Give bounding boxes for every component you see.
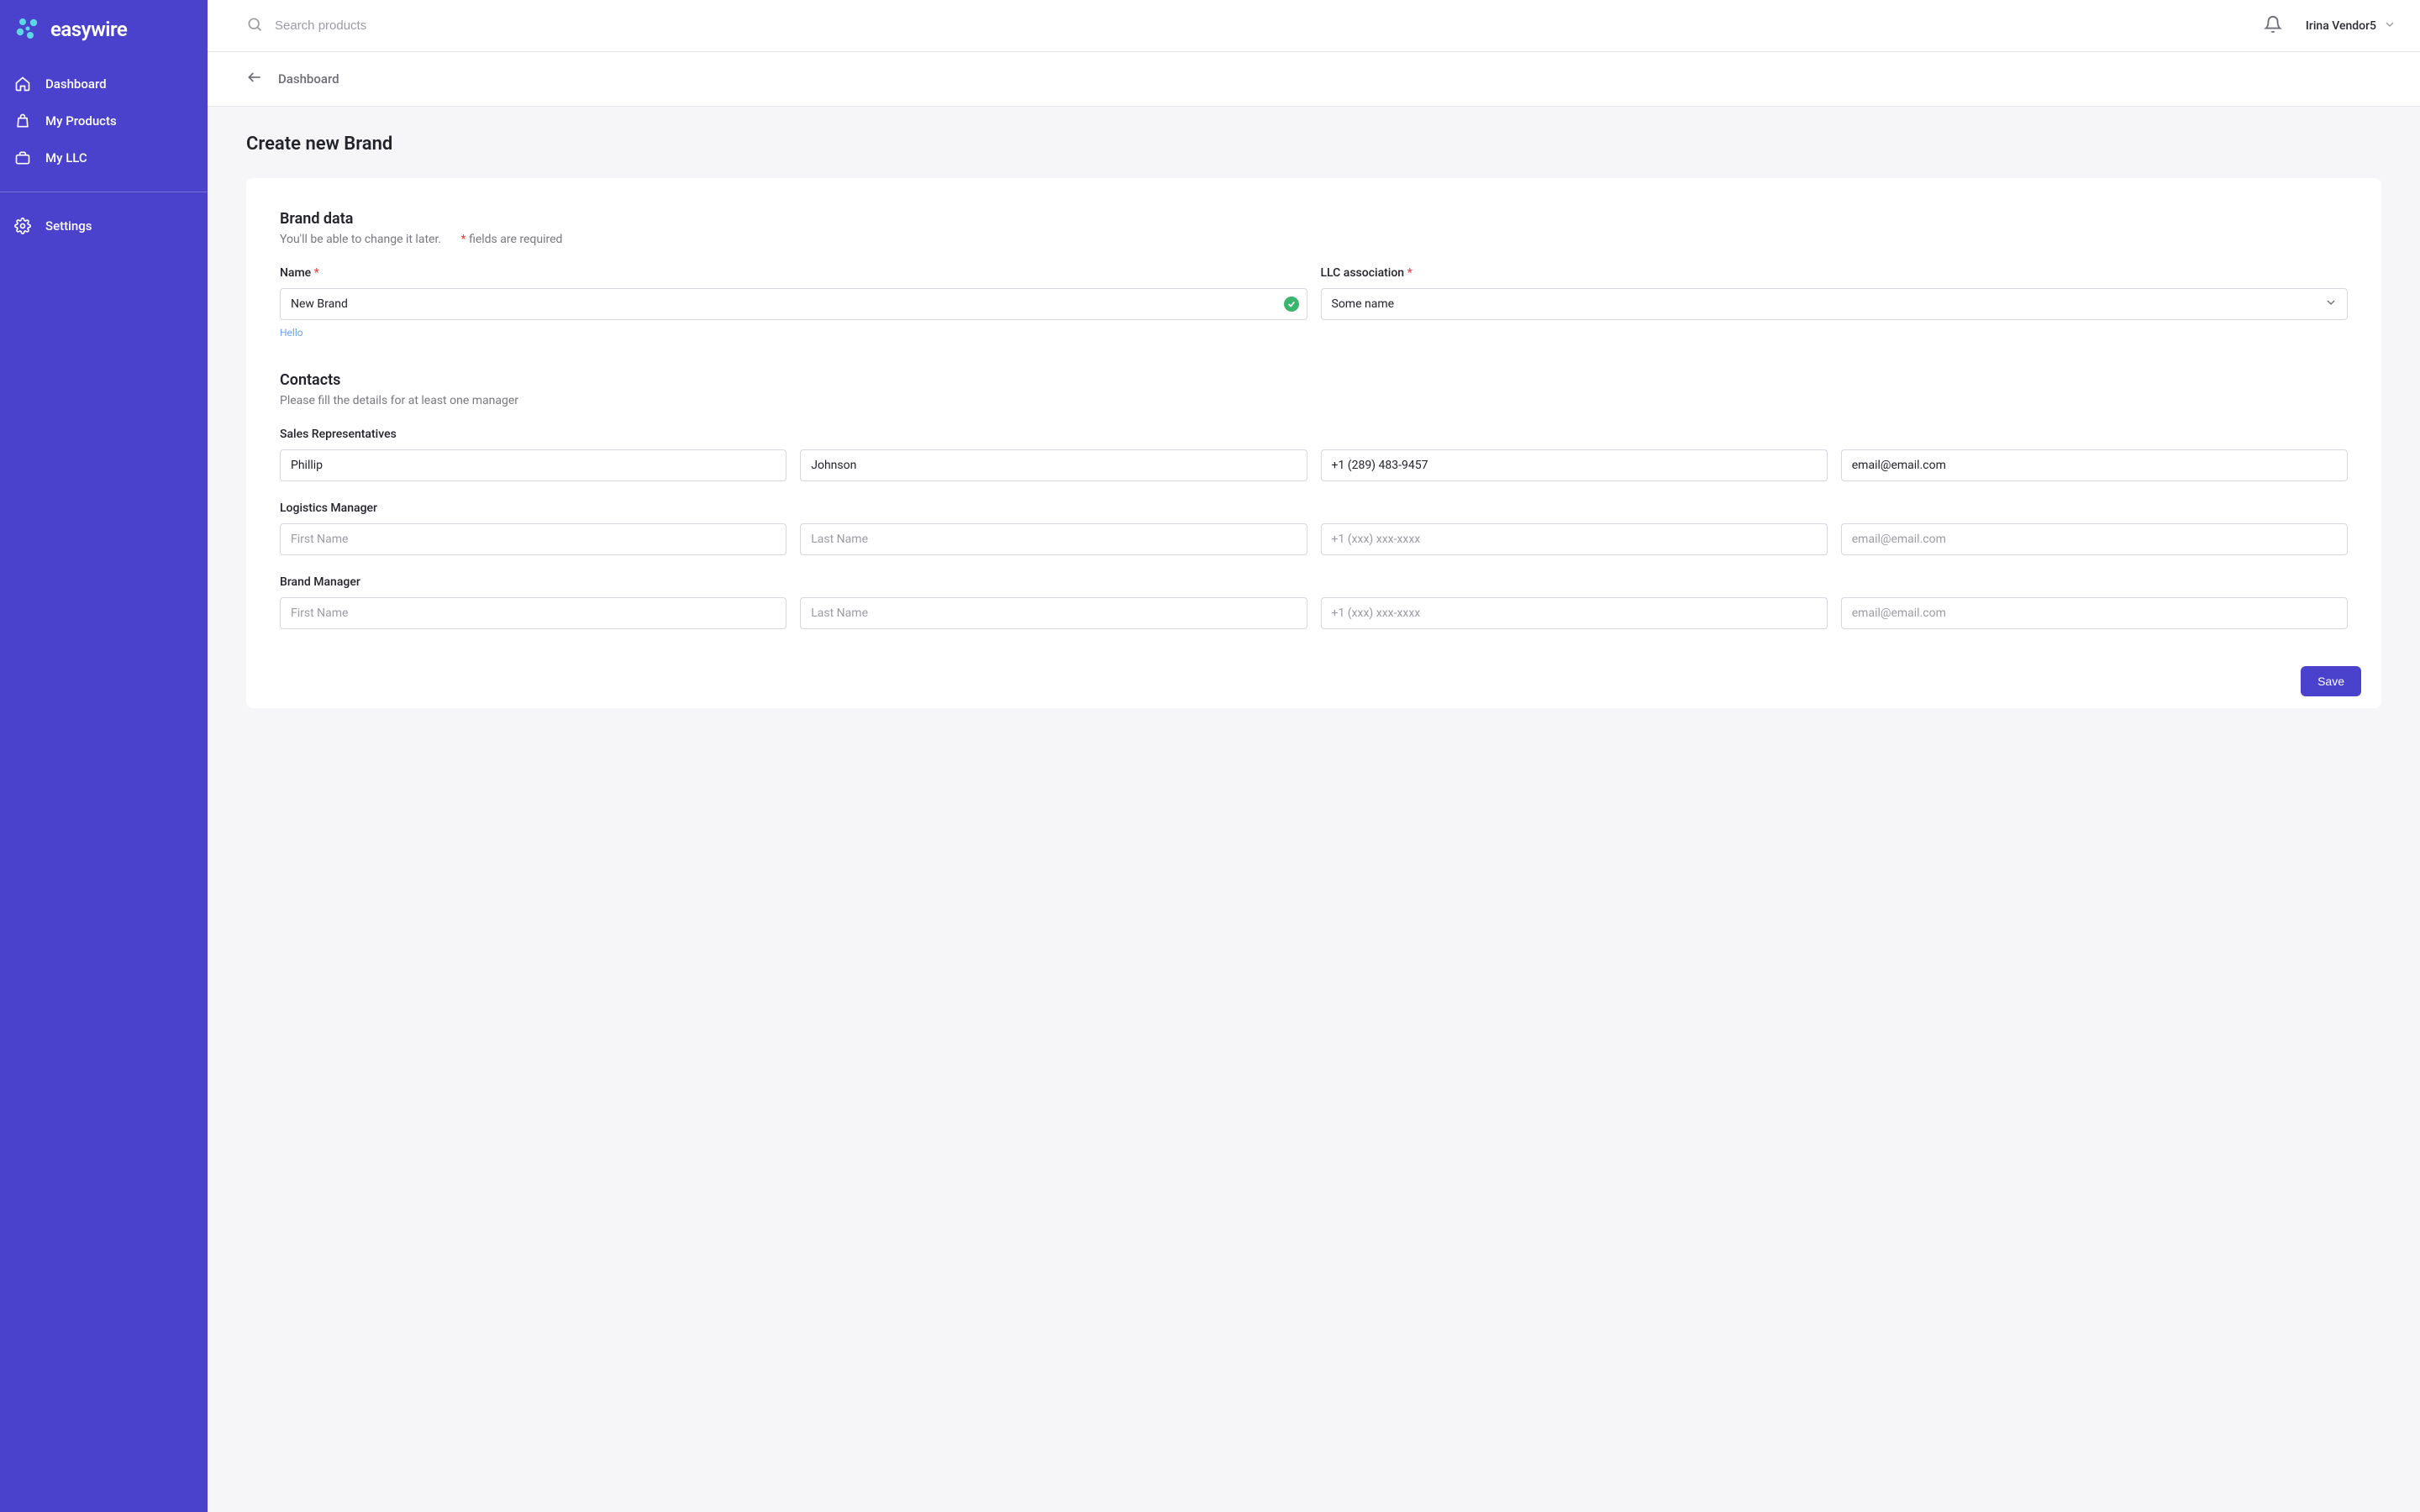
brand-phone-input[interactable] <box>1321 597 1828 629</box>
sales-label: Sales Representatives <box>280 428 2348 441</box>
logo[interactable]: easywire <box>0 0 208 62</box>
sidebar-item-dashboard[interactable]: Dashboard <box>0 66 208 102</box>
page-title: Create new Brand <box>246 134 2381 155</box>
brand-data-subtitle: You'll be able to change it later. * fie… <box>280 233 2348 246</box>
search-icon <box>246 16 263 36</box>
logistics-email-input[interactable] <box>1841 523 2348 555</box>
sales-first-name-input[interactable] <box>280 449 786 481</box>
sidebar-item-label: Dashboard <box>45 76 107 92</box>
brand-email-input[interactable] <box>1841 597 2348 629</box>
brand-last-name-input[interactable] <box>800 597 1307 629</box>
save-button[interactable]: Save <box>2301 666 2361 696</box>
sidebar-item-label: My Products <box>45 113 117 129</box>
brand-name-input[interactable] <box>280 288 1307 320</box>
form-card: Brand data You'll be able to change it l… <box>246 178 2381 708</box>
sales-phone-input[interactable] <box>1321 449 1828 481</box>
name-helper-link[interactable]: Hello <box>280 327 303 339</box>
brand-data-title: Brand data <box>280 210 2348 228</box>
user-name: Irina Vendor5 <box>2306 19 2376 33</box>
brand-first-name-input[interactable] <box>280 597 786 629</box>
logistics-label: Logistics Manager <box>280 501 2348 515</box>
logistics-last-name-input[interactable] <box>800 523 1307 555</box>
topbar: Irina Vendor5 <box>208 0 2420 52</box>
gear-icon <box>13 217 32 235</box>
sidebar-item-products[interactable]: My Products <box>0 102 208 139</box>
logistics-phone-input[interactable] <box>1321 523 1828 555</box>
logo-icon <box>13 15 42 44</box>
bag-icon <box>13 112 32 130</box>
brand-manager-label: Brand Manager <box>280 575 2348 589</box>
chevron-down-icon <box>2383 18 2396 34</box>
sales-email-input[interactable] <box>1841 449 2348 481</box>
briefcase-icon <box>13 149 32 167</box>
llc-label: LLC association * <box>1321 266 2349 280</box>
sidebar-item-label: Settings <box>45 218 92 234</box>
contacts-subtitle: Please fill the details for at least one… <box>280 394 2348 407</box>
search-input[interactable] <box>275 18 527 33</box>
check-icon <box>1284 297 1299 312</box>
breadcrumb-bar: Dashboard <box>208 52 2420 107</box>
sidebar-item-label: My LLC <box>45 150 87 165</box>
contacts-title: Contacts <box>280 371 2348 389</box>
notifications-icon[interactable] <box>2264 15 2282 37</box>
home-icon <box>13 75 32 93</box>
llc-select[interactable] <box>1321 288 2349 320</box>
back-arrow-icon[interactable] <box>246 69 263 89</box>
breadcrumb[interactable]: Dashboard <box>278 71 339 87</box>
sidebar-item-llc[interactable]: My LLC <box>0 139 208 176</box>
search <box>246 16 2264 36</box>
sidebar-item-settings[interactable]: Settings <box>0 207 208 244</box>
name-label: Name * <box>280 266 1307 280</box>
sidebar: easywire Dashboard My Products <box>0 0 208 1512</box>
logo-text: easywire <box>50 18 127 41</box>
user-menu[interactable]: Irina Vendor5 <box>2306 18 2396 34</box>
sales-last-name-input[interactable] <box>800 449 1307 481</box>
logistics-first-name-input[interactable] <box>280 523 786 555</box>
